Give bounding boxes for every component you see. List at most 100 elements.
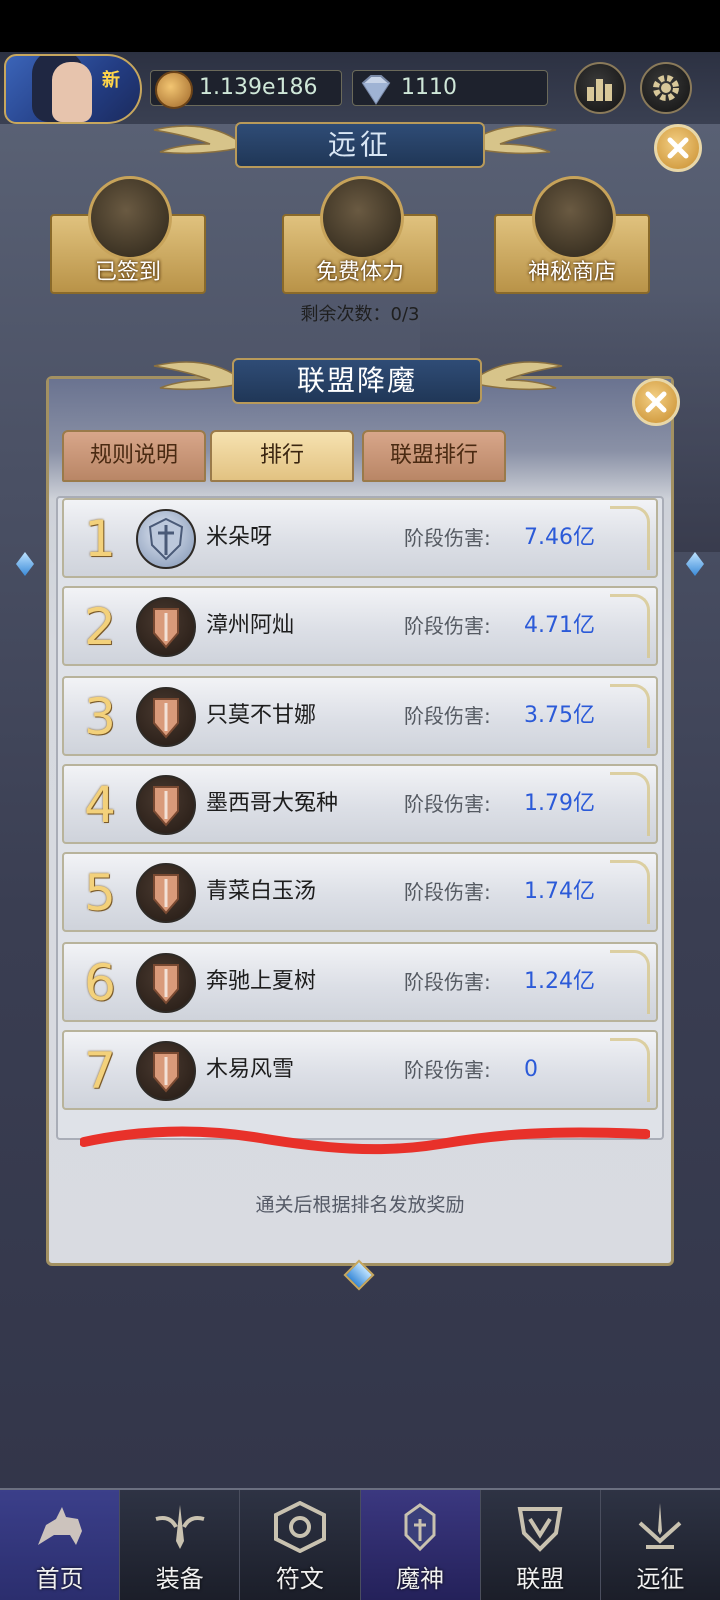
scroll-quill-icon xyxy=(88,176,172,260)
row-ornament xyxy=(610,684,650,748)
rank-number: 2 xyxy=(84,598,116,656)
expedition-title: 远征 xyxy=(235,122,485,168)
nav-label: 装备 xyxy=(155,1565,204,1593)
damage-label: 阶段伤害: xyxy=(404,970,491,994)
rider-icon xyxy=(30,1499,90,1555)
rank-number: 4 xyxy=(84,776,116,834)
damage-label: 阶段伤害: xyxy=(404,704,491,728)
feature-signed-in[interactable]: 已签到 xyxy=(50,176,206,294)
left-wing-ornament xyxy=(153,361,240,391)
right-wing-ornament xyxy=(476,361,563,391)
nav-expedition[interactable]: 远征 xyxy=(601,1490,720,1600)
nav-label: 符文 xyxy=(275,1565,324,1593)
player-avatar[interactable]: 新 xyxy=(4,54,142,124)
silver-rank-badge-icon xyxy=(136,509,196,569)
rank-number: 1 xyxy=(84,510,116,568)
left-wing-ornament xyxy=(153,125,240,155)
gold-amount: 1.139e186 xyxy=(199,75,318,100)
bronze-rank-badge-icon xyxy=(136,687,196,747)
table-row[interactable]: 3 只莫不甘娜 阶段伤害: 3.75亿 xyxy=(62,676,658,756)
bronze-rank-badge-icon xyxy=(136,863,196,923)
nav-demon-god[interactable]: 魔神 xyxy=(360,1490,481,1600)
hooded-merchant-icon xyxy=(532,176,616,260)
player-name: 木易风雪 xyxy=(206,1057,295,1082)
scroll-quill-icon xyxy=(320,176,404,260)
row-ornament xyxy=(610,1038,650,1102)
tab-rules[interactable]: 规则说明 xyxy=(62,430,206,482)
bar-chart-icon xyxy=(587,79,612,101)
close-icon xyxy=(667,137,689,159)
expedition-swords-icon xyxy=(630,1499,690,1555)
damage-value: 4.71亿 xyxy=(524,613,595,638)
bronze-rank-badge-icon xyxy=(136,1041,196,1101)
diamond-counter[interactable]: 1110 xyxy=(352,70,548,106)
damage-label: 阶段伤害: xyxy=(404,880,491,904)
player-name: 墨西哥大冤种 xyxy=(206,791,339,816)
new-badge: 新 xyxy=(102,70,120,91)
row-ornament xyxy=(610,594,650,658)
damage-value: 3.75亿 xyxy=(524,703,595,728)
leaderboard-button[interactable] xyxy=(574,62,626,114)
table-row[interactable]: 6 奔驰上夏树 阶段伤害: 1.24亿 xyxy=(62,942,658,1022)
bronze-rank-badge-icon xyxy=(136,597,196,657)
nav-label: 首页 xyxy=(35,1565,84,1593)
gold-counter[interactable]: 1.139e186 xyxy=(150,70,342,109)
diamond-amount: 1110 xyxy=(401,75,457,100)
feature-label: 神秘商店 xyxy=(527,260,616,285)
player-name: 奔驰上夏树 xyxy=(206,969,317,994)
rank-number: 3 xyxy=(84,688,116,746)
expedition-close-button[interactable] xyxy=(654,124,702,172)
player-name: 青菜白玉汤 xyxy=(206,879,317,904)
demon-helmet-icon xyxy=(390,1499,450,1555)
row-ornament xyxy=(610,860,650,924)
feature-label: 已签到 xyxy=(94,260,161,285)
rune-hexagon-icon xyxy=(270,1499,330,1555)
damage-label: 阶段伤害: xyxy=(404,1058,491,1082)
tab-alliance-ranking[interactable]: 联盟排行 xyxy=(362,430,506,482)
tab-ranking[interactable]: 排行 xyxy=(210,430,354,482)
alliance-close-button[interactable] xyxy=(632,378,680,426)
player-name: 只莫不甘娜 xyxy=(206,703,317,728)
nav-label: 远征 xyxy=(636,1565,685,1593)
feature-mystery-shop[interactable]: 神秘商店 xyxy=(494,176,650,294)
damage-value: 1.74亿 xyxy=(524,879,595,904)
reward-note: 通关后根据排名发放奖励 xyxy=(255,1194,465,1216)
alliance-shield-icon xyxy=(510,1499,570,1555)
feature-label: 免费体力 xyxy=(315,260,404,285)
settings-button[interactable] xyxy=(640,62,692,114)
sword-wings-icon xyxy=(150,1499,210,1555)
table-row[interactable]: 2 漳州阿灿 阶段伤害: 4.71亿 xyxy=(62,586,658,666)
gold-coin-icon xyxy=(155,71,193,109)
damage-value: 1.79亿 xyxy=(524,791,595,816)
table-row[interactable]: 5 青菜白玉汤 阶段伤害: 1.74亿 xyxy=(62,852,658,932)
feature-free-stamina[interactable]: 免费体力 xyxy=(282,176,438,294)
status-bar xyxy=(0,0,720,52)
damage-label: 阶段伤害: xyxy=(404,792,491,816)
nav-label: 联盟 xyxy=(516,1565,565,1593)
table-row[interactable]: 4 墨西哥大冤种 阶段伤害: 1.79亿 xyxy=(62,764,658,844)
nav-runes[interactable]: 符文 xyxy=(240,1490,361,1600)
row-ornament xyxy=(610,772,650,836)
bronze-rank-badge-icon xyxy=(136,953,196,1013)
rank-number: 6 xyxy=(84,954,116,1012)
table-row[interactable]: 1 米朵呀 阶段伤害: 7.46亿 xyxy=(62,498,658,578)
bottom-navigation: 首页 装备 符文 魔神 联盟 远征 xyxy=(0,1488,720,1600)
bronze-rank-badge-icon xyxy=(136,775,196,835)
nav-home[interactable]: 首页 xyxy=(0,1490,121,1600)
player-name: 米朵呀 xyxy=(206,525,273,550)
player-name: 漳州阿灿 xyxy=(206,613,295,638)
nav-equipment[interactable]: 装备 xyxy=(120,1490,241,1600)
close-icon xyxy=(645,391,667,413)
row-ornament xyxy=(610,950,650,1014)
damage-label: 阶段伤害: xyxy=(404,614,491,638)
nav-alliance[interactable]: 联盟 xyxy=(481,1490,601,1600)
avatar-portrait xyxy=(52,62,92,122)
gear-icon xyxy=(653,75,679,101)
table-row[interactable]: 7 木易风雪 阶段伤害: 0 xyxy=(62,1030,658,1110)
row-ornament xyxy=(610,506,650,570)
diamond-icon xyxy=(357,71,395,109)
red-scribble-mark xyxy=(80,1126,650,1155)
damage-value: 0 xyxy=(524,1057,538,1082)
nav-label: 魔神 xyxy=(396,1565,445,1593)
damage-value: 7.46亿 xyxy=(524,525,595,550)
